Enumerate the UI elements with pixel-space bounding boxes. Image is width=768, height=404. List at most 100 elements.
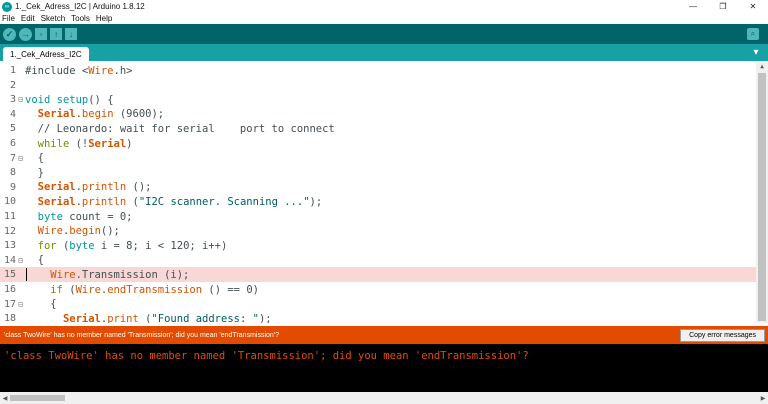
menu-tools[interactable]: Tools (68, 14, 93, 23)
new-file-icon: ▫ (39, 29, 43, 39)
console-output[interactable]: 'class TwoWire' has no member named 'Tra… (0, 344, 768, 392)
code-token: Wire (88, 64, 114, 77)
console-horizontal-scrollbar[interactable]: ◀ ▶ (0, 392, 768, 404)
code-line[interactable]: 7 ⊟ { (0, 151, 756, 166)
line-number: 4 (9, 108, 16, 120)
editor-vertical-scrollbar[interactable]: ▲ (756, 61, 768, 323)
menu-edit[interactable]: Edit (18, 14, 38, 23)
close-button[interactable]: ✕ (738, 0, 768, 13)
code-token: (); (100, 225, 120, 238)
code-line[interactable]: 14 ⊟ { (0, 253, 756, 268)
horizontal-scrollbar-thumb[interactable] (10, 395, 65, 401)
menu-file[interactable]: File (0, 14, 18, 23)
code-token: Wire (50, 268, 76, 281)
fold-toggle-icon[interactable]: ⊟ (16, 95, 25, 104)
code-token: #include < (25, 64, 89, 77)
line-number: 3 (9, 94, 16, 106)
minimize-button[interactable]: — (678, 0, 708, 13)
tab-menu-dropdown-icon[interactable]: ▾ (750, 46, 762, 58)
code-token: () == 0) (202, 283, 259, 296)
line-number: 14 (3, 254, 16, 266)
code-token: ) (126, 137, 133, 150)
tab-sketch[interactable]: 1._Cek_Adress_I2C (3, 47, 89, 61)
code-token: .Transmission (i); (75, 268, 190, 281)
code-text: Wire.begin(); (25, 225, 120, 237)
code-token: ( (126, 195, 139, 208)
error-status-bar: 'class TwoWire' has no member named 'Tra… (0, 326, 768, 344)
maximize-button[interactable]: ❐ (708, 0, 738, 13)
code-text: { (25, 254, 44, 266)
code-line[interactable]: 18 Serial.print ("Found address: "); (0, 311, 756, 323)
code-token: if (50, 283, 63, 296)
code-token: ( (56, 239, 70, 252)
scrollbar-thumb[interactable] (758, 73, 766, 321)
checkmark-icon: ✓ (5, 28, 14, 39)
code-text: { (25, 298, 56, 310)
code-text: while (!Serial) (25, 138, 133, 150)
fold-toggle-icon[interactable]: ⊟ (16, 154, 25, 163)
line-number: 13 (3, 240, 16, 252)
code-line[interactable]: 12 Wire.begin(); (0, 224, 756, 239)
code-line[interactable]: 3 ⊟ void setup() { (0, 92, 756, 107)
scroll-left-arrow-icon[interactable]: ◀ (1, 392, 9, 404)
serial-monitor-button[interactable]: ⌕ (747, 28, 759, 40)
code-token: { (25, 152, 44, 165)
open-sketch-button[interactable]: ↑ (50, 28, 62, 40)
code-line[interactable]: 1 #include <Wire.h> (0, 63, 756, 78)
code-token: i = 8; i < 120; i++) (94, 239, 228, 252)
code-token: setup (56, 93, 89, 106)
code-text: } (25, 167, 44, 179)
line-number: 15 (3, 269, 16, 281)
scroll-up-arrow-icon[interactable]: ▲ (756, 61, 768, 71)
menu-help[interactable]: Help (93, 14, 115, 23)
code-token: ); (309, 195, 323, 208)
code-line[interactable]: 10 Serial.println ("I2C scanner. Scannin… (0, 194, 756, 209)
verify-button[interactable]: ✓ (3, 27, 16, 41)
window-controls: — ❐ ✕ (678, 0, 768, 13)
code-text: for (byte i = 8; i < 120; i++) (25, 239, 228, 252)
code-line[interactable]: 8 } (0, 165, 756, 180)
fold-toggle-icon[interactable]: ⊟ (16, 300, 25, 309)
code-text: void setup() { (25, 94, 114, 106)
window-title: 1._Cek_Adress_I2C | Arduino 1.8.12 (15, 2, 145, 11)
code-line[interactable]: 13 for (byte i = 8; i < 120; i++) (0, 238, 756, 253)
menu-sketch[interactable]: Sketch (38, 14, 68, 23)
arrow-down-icon: ↓ (69, 29, 73, 39)
code-line[interactable]: 11 byte count = 0; (0, 209, 756, 224)
code-text: byte count = 0; (25, 211, 133, 223)
code-token: begin (69, 225, 101, 238)
code-token: byte (69, 239, 95, 252)
line-number: 10 (3, 196, 16, 208)
code-token: print (107, 312, 139, 323)
code-text: Wire.Transmission (i); (25, 269, 189, 281)
code-token: Serial (88, 137, 127, 150)
code-line[interactable]: 2 (0, 78, 756, 93)
line-number: 6 (9, 138, 16, 149)
code-token: println (81, 181, 127, 194)
code-line[interactable]: 17 ⊟ { (0, 297, 756, 312)
title-bar: ∞ 1._Cek_Adress_I2C | Arduino 1.8.12 — ❐… (0, 0, 768, 13)
code-line[interactable]: 9 Serial.println (); (0, 180, 756, 195)
code-line[interactable]: 16 if (Wire.endTransmission () == 0) (0, 282, 756, 297)
code-line[interactable]: 5 // Leonardo: wait for serial port to c… (0, 121, 756, 136)
save-sketch-button[interactable]: ↓ (65, 28, 77, 40)
scroll-right-arrow-icon[interactable]: ▶ (759, 392, 767, 404)
copy-error-messages-button[interactable]: Copy error messages (680, 329, 765, 342)
fold-toggle-icon[interactable]: ⊟ (16, 256, 25, 265)
code-token: count = 0; (62, 210, 133, 223)
code-text: #include <Wire.h> (25, 65, 132, 77)
code-editor[interactable]: 1 #include <Wire.h> 2 3 ⊟ void setup() {4 Ser… (0, 61, 768, 323)
upload-button[interactable]: → (19, 27, 32, 41)
code-text: Serial.println ("I2C scanner. Scanning .… (25, 195, 323, 208)
code-line[interactable]: 4 Serial.begin (9600); (0, 107, 756, 122)
code-token: begin (81, 108, 114, 121)
new-sketch-button[interactable]: ▫ (35, 28, 47, 40)
code-line[interactable]: 6 while (!Serial) (0, 136, 756, 151)
code-line-error-highlight[interactable]: 15 Wire.Transmission (i); (0, 267, 756, 283)
code-token: Serial (37, 108, 76, 121)
